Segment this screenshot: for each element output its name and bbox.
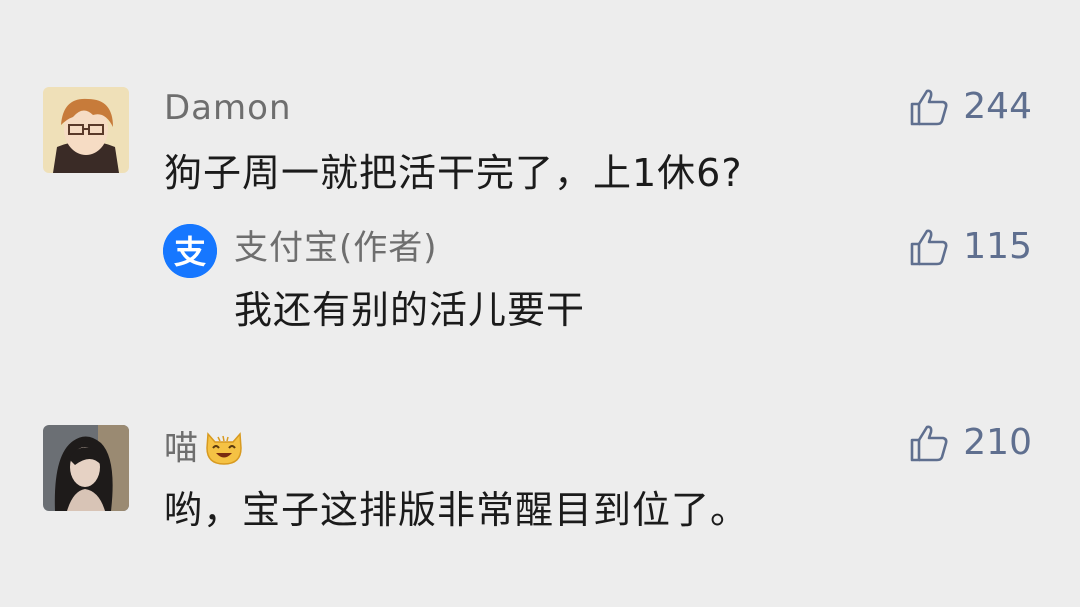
anime-avatar-image: [43, 87, 129, 173]
svg-text:支: 支: [174, 233, 206, 271]
like-count: 210: [963, 422, 1032, 463]
thumbs-up-icon: [910, 89, 948, 126]
cat-face-emoji-icon: [203, 428, 245, 472]
like-button[interactable]: 244: [909, 88, 1032, 126]
reply-username[interactable]: 支付宝(作者): [234, 231, 438, 265]
reply-text: 我还有别的活儿要干: [234, 288, 586, 332]
like-count: 115: [963, 226, 1032, 267]
comment-username[interactable]: Damon: [164, 91, 292, 125]
thumbs-up-icon: [910, 425, 948, 462]
girl-avatar-image: [43, 425, 129, 511]
avatar[interactable]: [43, 425, 129, 511]
alipay-logo-icon: 支: [163, 224, 217, 278]
comment-text: 哟，宝子这排版非常醒目到位了。: [164, 488, 750, 532]
username-text: 喵: [164, 428, 199, 469]
like-count: 244: [963, 86, 1032, 127]
thumbs-up-icon: [910, 229, 948, 266]
like-button[interactable]: 115: [909, 228, 1032, 266]
comment-text: 狗子周一就把活干完了，上1休6?: [164, 151, 743, 195]
avatar[interactable]: [43, 87, 129, 173]
alipay-avatar[interactable]: 支: [163, 224, 217, 278]
like-button[interactable]: 210: [909, 424, 1032, 462]
comment-username[interactable]: 喵: [164, 428, 245, 472]
